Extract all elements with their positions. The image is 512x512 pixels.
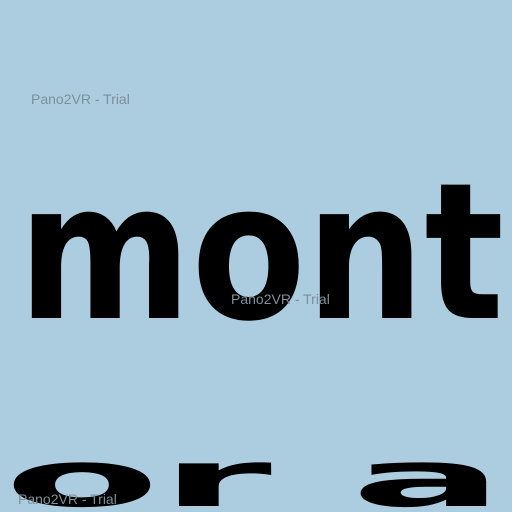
trial-watermark: Pano2VR - Trial bbox=[231, 291, 330, 307]
panorama-viewer[interactable]: mont or a Pano2VR - Trial Pano2VR - Tria… bbox=[0, 0, 512, 512]
trial-watermark: Pano2VR - Trial bbox=[18, 491, 117, 507]
trial-watermark: Pano2VR - Trial bbox=[31, 91, 130, 107]
panorama-content: mont or a bbox=[4, 142, 504, 512]
panorama-text-line1: mont bbox=[18, 142, 504, 363]
